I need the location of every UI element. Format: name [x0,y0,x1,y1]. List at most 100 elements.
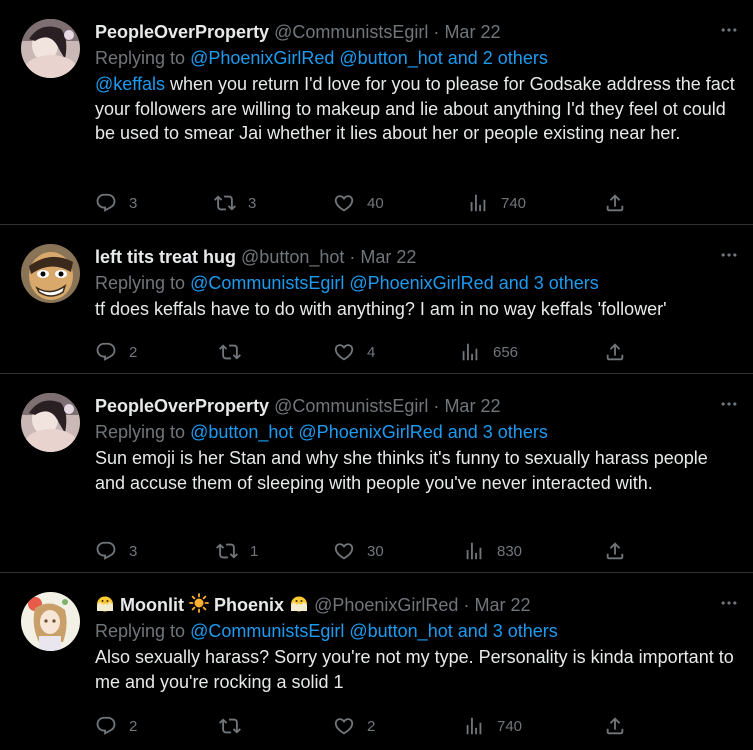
user-handle[interactable]: @CommunistsEgirl [274,22,428,42]
tweet-actions: 3 3 40 740 [95,191,735,215]
retweet-icon [214,192,236,214]
share-icon [604,192,626,214]
like-button[interactable]: 30 [333,539,384,563]
retweet-button[interactable] [219,340,253,364]
replying-to: Replying to @PhoenixGirlRed @button_hot … [95,45,735,71]
tweet-date[interactable]: Mar 22 [360,247,416,267]
mention-link[interactable]: @keffals [95,74,165,94]
replying-links[interactable]: @button_hot @PhoenixGirlRed and 3 others [190,422,548,442]
retweet-icon [219,341,241,363]
like-button[interactable]: 2 [333,714,375,738]
like-count: 2 [367,717,376,735]
tweet[interactable]: left tits treat hug @button_hot · Mar 22… [0,225,753,374]
views-button[interactable]: 830 [463,539,522,563]
reply-icon [95,715,117,737]
replying-links[interactable]: @CommunistsEgirl @button_hot and 3 other… [190,621,558,641]
heart-icon [333,540,355,562]
avatar[interactable] [21,592,80,651]
replying-to: Replying to @button_hot @PhoenixGirlRed … [95,419,735,445]
pale-portrait-avatar-icon [21,393,80,452]
heart-icon [333,192,355,214]
user-handle[interactable]: @button_hot [241,247,344,267]
tweet-header: left tits treat hug @button_hot · Mar 22 [95,244,735,270]
views-button[interactable]: 740 [467,191,526,215]
tweet-date[interactable]: Mar 22 [444,396,500,416]
share-button[interactable] [604,539,626,563]
anime-girl-avatar-icon [21,592,80,651]
share-icon [604,341,626,363]
hatching-chick-icon [95,593,115,620]
views-count: 830 [497,542,523,560]
display-name[interactable]: PeopleOverProperty [95,22,269,42]
hatching-chick-icon [289,593,309,620]
tweet-actions: 2 4 656 [95,340,735,364]
tweet-text: @keffals when you return I'd love for yo… [95,72,735,146]
tweet-date[interactable]: Mar 22 [444,22,500,42]
tweet-header: Moonlit Phoenix @PhoenixGirlRed · Mar 22 [95,592,735,618]
heart-icon [333,341,355,363]
views-button[interactable]: 740 [463,714,522,738]
avatar[interactable] [21,19,80,78]
views-icon [463,540,485,562]
display-name[interactable]: PeopleOverProperty [95,396,269,416]
tweet-feed: PeopleOverProperty @CommunistsEgirl · Ma… [0,0,753,750]
replying-links[interactable]: @PhoenixGirlRed @button_hot and 2 others [190,48,548,68]
display-name-part1[interactable]: Moonlit [120,595,184,615]
like-button[interactable]: 40 [333,191,384,215]
tweet[interactable]: PeopleOverProperty @CommunistsEgirl · Ma… [0,374,753,573]
tweet-date[interactable]: Mar 22 [474,595,530,615]
more-options-icon[interactable] [717,392,741,416]
replying-links[interactable]: @CommunistsEgirl @PhoenixGirlRed and 3 o… [190,273,599,293]
views-icon [459,341,481,363]
reply-icon [95,192,117,214]
more-options-icon[interactable] [717,243,741,267]
views-icon [467,192,489,214]
reply-button[interactable]: 3 [95,539,137,563]
retweet-button[interactable] [219,714,253,738]
replying-prefix: Replying to [95,621,191,641]
like-count: 40 [367,194,384,212]
more-options-icon[interactable] [717,591,741,615]
cartoon-face-avatar-icon [21,244,80,303]
tweet-text: tf does keffals have to do with anything… [95,299,667,319]
reply-button[interactable]: 2 [95,340,137,364]
separator-dot: · [463,595,470,615]
tweet[interactable]: PeopleOverProperty @CommunistsEgirl · Ma… [0,0,753,225]
more-options-icon[interactable] [717,18,741,42]
reply-button[interactable]: 3 [95,191,137,215]
retweet-button[interactable]: 3 [214,191,256,215]
like-button[interactable]: 4 [333,340,375,364]
share-icon [604,715,626,737]
avatar[interactable] [21,393,80,452]
user-handle[interactable]: @CommunistsEgirl [274,396,428,416]
retweet-button[interactable]: 1 [216,539,258,563]
tweet-text: Also sexually harass? Sorry you're not m… [95,647,734,692]
reply-button[interactable]: 2 [95,714,137,738]
user-handle[interactable]: @PhoenixGirlRed [314,595,458,615]
tweet-actions: 2 2 740 [95,714,735,738]
separator-dot: · [349,247,356,267]
reply-count: 3 [129,194,138,212]
avatar[interactable] [21,244,80,303]
replying-prefix: Replying to [95,273,191,293]
reply-icon [95,341,117,363]
views-icon [463,715,485,737]
like-count: 30 [367,542,384,560]
share-button[interactable] [604,191,626,215]
replying-to: Replying to @CommunistsEgirl @PhoenixGir… [95,270,735,296]
reply-count: 2 [129,343,138,361]
sun-icon [189,593,209,620]
display-name[interactable]: left tits treat hug [95,247,236,267]
separator-dot: · [433,22,440,42]
reply-count: 3 [129,542,138,560]
display-name-part2[interactable]: Phoenix [214,595,284,615]
tweet[interactable]: Moonlit Phoenix @PhoenixGirlRed · Mar 22… [0,573,753,750]
share-icon [604,540,626,562]
tweet-actions: 3 1 30 830 [95,539,735,563]
retweet-icon [219,715,241,737]
share-button[interactable] [604,714,626,738]
views-count: 740 [497,717,523,735]
tweet-text: Sun emoji is her Stan and why she thinks… [95,448,708,493]
views-button[interactable]: 656 [459,340,518,364]
share-button[interactable] [604,340,626,364]
